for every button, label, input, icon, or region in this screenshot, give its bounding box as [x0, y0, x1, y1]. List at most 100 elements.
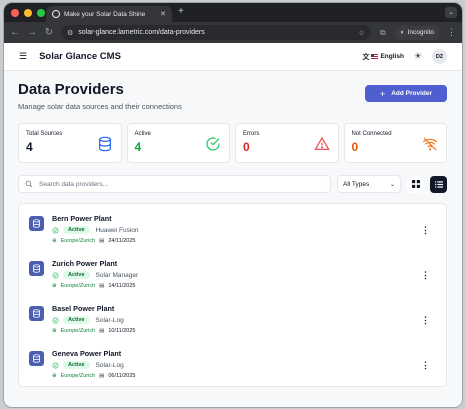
- grid-view-button[interactable]: [407, 175, 424, 193]
- warning-triangle-icon: [313, 136, 330, 150]
- provider-row-geneva[interactable]: Geneva Power Plant Active Solar-Log ⊕ Eu…: [29, 349, 436, 394]
- tab-search-button[interactable]: ⌄: [445, 7, 457, 18]
- browser-tab[interactable]: Make your Solar Data Shine ✕: [46, 6, 172, 22]
- list-view-button[interactable]: [430, 175, 447, 193]
- extensions-icon[interactable]: ⧉: [378, 28, 388, 38]
- globe-icon: ⊕: [52, 283, 57, 289]
- incognito-badge[interactable]: ◐ Incognito: [394, 25, 440, 40]
- provider-row-basel[interactable]: Basel Power Plant Active Solar-Log ⊕ Eur…: [29, 304, 436, 349]
- timezone-label: Europe/Zurich: [60, 283, 96, 289]
- provider-name: Basel Power Plant: [52, 304, 115, 313]
- provider-name: Bern Power Plant: [52, 214, 112, 223]
- user-avatar[interactable]: DZ: [432, 49, 447, 64]
- calendar-icon: ▤: [99, 238, 105, 244]
- provider-row-bern[interactable]: Bern Power Plant Active Huawei Fusion ⊕ …: [29, 214, 436, 259]
- url-text: solar-glance.lametric.com/data-providers: [78, 29, 205, 36]
- timezone-label: Europe/Zurich: [60, 373, 96, 379]
- menu-icon[interactable]: ☰: [19, 51, 27, 62]
- tab-strip: Make your Solar Data Shine ✕ + ⌄: [4, 3, 462, 22]
- status-badge: Active: [63, 316, 90, 324]
- status-badge: Active: [63, 271, 90, 279]
- stat-card-total-sources: Total Sources 4: [18, 123, 122, 163]
- date-label: 10/11/2025: [108, 328, 136, 334]
- forward-icon[interactable]: →: [27, 27, 37, 38]
- new-tab-button[interactable]: +: [178, 6, 184, 17]
- check-circle-icon: [206, 137, 220, 151]
- browser-toolbar: ← → ↻ ⚙ solar-glance.lametric.com/data-p…: [4, 22, 462, 43]
- timezone-label: Europe/Zurich: [60, 328, 96, 334]
- page-title: Data Providers: [18, 81, 124, 98]
- reload-icon[interactable]: ↻: [44, 27, 54, 38]
- window-controls: [11, 8, 45, 17]
- more-options-icon[interactable]: ⋮: [421, 270, 430, 281]
- provider-vendor: Solar-Log: [95, 316, 124, 324]
- incognito-label: Incognito: [407, 29, 434, 36]
- more-options-icon[interactable]: ⋮: [421, 225, 430, 236]
- provider-name: Geneva Power Plant: [52, 349, 122, 358]
- site-settings-icon[interactable]: ⚙: [67, 29, 73, 37]
- type-filter-select[interactable]: All Types ⌄: [337, 175, 401, 193]
- stat-card-errors: Errors 0: [235, 123, 339, 163]
- chevron-down-icon: ⌄: [389, 181, 395, 188]
- main-content: Data Providers Manage solar data sources…: [4, 71, 462, 387]
- page-header: Data Providers Manage solar data sources…: [18, 81, 447, 111]
- database-icon: [98, 136, 111, 152]
- provider-vendor: Huawei Fusion: [95, 226, 139, 234]
- back-icon[interactable]: ←: [10, 27, 20, 38]
- check-circle-icon: [52, 227, 59, 233]
- plus-icon: +: [379, 88, 386, 99]
- brand-name: Solar Glance CMS: [39, 51, 121, 62]
- database-icon: [29, 351, 44, 366]
- calendar-icon: ▤: [99, 283, 105, 289]
- search-box[interactable]: [18, 175, 331, 193]
- add-provider-button[interactable]: + Add Provider: [365, 85, 447, 102]
- grid-icon: [411, 180, 420, 188]
- page-subtitle: Manage solar data sources and their conn…: [18, 102, 182, 111]
- stats-row: Total Sources 4 Active 4 Errors 0 Not Co…: [18, 123, 447, 163]
- globe-icon: ⊕: [52, 238, 57, 244]
- more-options-icon[interactable]: ⋮: [421, 360, 430, 371]
- us-flag-icon: [371, 54, 379, 59]
- browser-window: Make your Solar Data Shine ✕ + ⌄ ← → ↻ ⚙…: [4, 3, 462, 407]
- status-badge: Active: [63, 226, 90, 234]
- list-icon: [434, 180, 443, 188]
- theme-toggle-sun-icon[interactable]: ☀: [414, 51, 422, 62]
- provider-row-zurich[interactable]: Zurich Power Plant Active Solar Manager …: [29, 259, 436, 304]
- type-filter-value: All Types: [343, 180, 370, 188]
- provider-vendor: Solar Manager: [95, 271, 139, 279]
- close-window-button[interactable]: [11, 8, 19, 17]
- calendar-icon: ▤: [99, 328, 105, 334]
- provider-list: Bern Power Plant Active Huawei Fusion ⊕ …: [18, 203, 447, 387]
- timezone-label: Europe/Zurich: [60, 238, 96, 244]
- address-bar[interactable]: ⚙ solar-glance.lametric.com/data-provide…: [61, 25, 371, 40]
- incognito-icon: ◐: [400, 29, 405, 36]
- stat-card-active: Active 4: [126, 123, 230, 163]
- close-tab-icon[interactable]: ✕: [160, 10, 166, 18]
- stat-card-not-connected: Not Connected 0: [343, 123, 447, 163]
- check-circle-icon: [52, 272, 59, 278]
- filter-bar: All Types ⌄: [18, 175, 447, 193]
- add-provider-label: Add Provider: [391, 90, 433, 97]
- database-icon: [29, 216, 44, 231]
- status-badge: Active: [63, 361, 90, 369]
- browser-menu-icon[interactable]: ⋮: [447, 27, 456, 38]
- database-icon: [29, 261, 44, 276]
- language-label: English: [380, 53, 404, 60]
- provider-vendor: Solar-Log: [95, 361, 124, 369]
- minimize-window-button[interactable]: [24, 8, 32, 17]
- globe-icon: ⊕: [52, 328, 57, 334]
- language-selector[interactable]: 文 English: [362, 52, 403, 62]
- globe-icon: ⊕: [52, 373, 57, 379]
- more-options-icon[interactable]: ⋮: [421, 315, 430, 326]
- app-page: ☰ Solar Glance CMS 文 English ☀ DZ Data P…: [4, 43, 462, 407]
- search-input[interactable]: [39, 180, 324, 188]
- date-label: 06/11/2025: [108, 373, 136, 379]
- check-circle-icon: [52, 362, 59, 368]
- translate-icon: 文: [362, 53, 370, 61]
- app-header: ☰ Solar Glance CMS 文 English ☀ DZ: [4, 43, 462, 71]
- calendar-icon: ▤: [99, 373, 105, 379]
- maximize-window-button[interactable]: [37, 8, 45, 17]
- date-label: 14/11/2025: [108, 283, 136, 289]
- tab-title: Make your Solar Data Shine: [64, 10, 146, 18]
- bookmark-star-icon[interactable]: ☆: [358, 29, 364, 37]
